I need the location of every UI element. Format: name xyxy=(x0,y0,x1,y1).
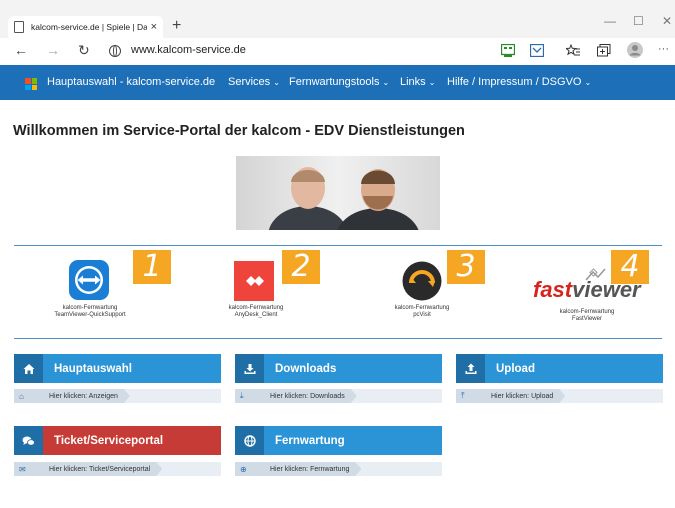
service-link-label: Hier klicken: Anzeigen xyxy=(49,392,118,400)
service-box-fernwartung[interactable]: Fernwartung xyxy=(235,426,442,455)
globe-icon xyxy=(235,426,264,455)
caption-line: FastViewer xyxy=(572,316,602,322)
refresh-button[interactable]: ↻ xyxy=(78,42,90,58)
service-link-row: ✉ Hier klicken: Ticket/Serviceportal xyxy=(14,462,221,476)
team-photo xyxy=(236,156,440,230)
tool-caption[interactable]: kalcom-Fernwartung TeamViewer-QuickSuppor… xyxy=(30,305,150,319)
chat-icon xyxy=(14,426,43,455)
service-link-row: ⤓ Hier klicken: Downloads xyxy=(235,389,442,403)
chevron-down-icon: ⌄ xyxy=(382,78,390,87)
home-icon xyxy=(14,354,43,383)
service-link[interactable]: ✉ Hier klicken: Ticket/Serviceportal xyxy=(14,462,162,476)
nav-item-label: Hilfe / Impressum / DSGVO xyxy=(447,76,582,88)
tool-number-badge: 2 xyxy=(282,250,320,284)
windows-logo-icon xyxy=(25,78,37,90)
nav-item-label: Hauptauswahl - kalcom-service.de xyxy=(47,76,216,88)
download-icon: ⤓ xyxy=(240,391,244,400)
url-input[interactable]: www.kalcom-service.de xyxy=(131,44,246,56)
nav-item-label: Links xyxy=(400,76,426,88)
nav-item-hilfe[interactable]: Hilfe / Impressum / DSGVO ⌄ xyxy=(447,76,591,88)
caption-line: kalcom-Fernwartung xyxy=(62,305,118,311)
home-icon: ⌂ xyxy=(19,391,24,401)
favorites-icon[interactable] xyxy=(566,44,580,57)
caption-line: TeamViewer-QuickSupport xyxy=(54,312,126,318)
anydesk-icon[interactable] xyxy=(234,261,274,301)
service-box-hauptauswahl[interactable]: Hauptauswahl xyxy=(14,354,221,383)
nav-item-label: Fernwartungstools xyxy=(289,76,380,88)
service-title: Ticket/Serviceportal xyxy=(54,434,164,447)
service-title: Upload xyxy=(496,362,535,375)
service-box-ticket[interactable]: Ticket/Serviceportal xyxy=(14,426,221,455)
teamviewer-icon[interactable] xyxy=(69,260,109,300)
divider xyxy=(14,338,662,339)
tool-number-badge: 4 xyxy=(611,250,649,284)
forward-button[interactable]: → xyxy=(46,42,60,58)
service-link[interactable]: ⌂ Hier klicken: Anzeigen xyxy=(14,389,130,403)
service-link[interactable]: ⤒ Hier klicken: Upload xyxy=(456,389,565,403)
window-close-button[interactable]: ✕ xyxy=(662,14,672,28)
page-title: Willkommen im Service-Portal der kalcom … xyxy=(13,123,465,139)
service-link-label: Hier klicken: Ticket/Serviceportal xyxy=(49,465,151,473)
tool-caption[interactable]: kalcom-Fernwartung FastViewer xyxy=(527,309,647,323)
caption-line: kalcom-Fernwartung xyxy=(228,305,284,311)
chevron-down-icon: ⌄ xyxy=(428,78,436,87)
divider xyxy=(14,245,662,246)
tracking-icon[interactable] xyxy=(501,44,515,57)
upload-icon xyxy=(456,354,485,383)
chat-icon: ✉ xyxy=(19,464,26,474)
caption-line: pcVisit xyxy=(413,312,431,318)
service-link-label: Hier klicken: Upload xyxy=(491,392,554,400)
read-mode-icon[interactable] xyxy=(530,44,544,57)
caption-line: kalcom-Fernwartung xyxy=(394,305,450,311)
caption-line: kalcom-Fernwartung xyxy=(559,309,615,315)
nav-item-label: Services xyxy=(228,76,271,88)
more-menu-button[interactable]: ··· xyxy=(658,43,669,55)
tool-number-badge: 1 xyxy=(133,250,171,284)
service-link[interactable]: ⤓ Hier klicken: Downloads xyxy=(235,389,357,403)
download-icon xyxy=(235,354,264,383)
service-box-upload[interactable]: Upload xyxy=(456,354,663,383)
service-link-row: ⤒ Hier klicken: Upload xyxy=(456,389,663,403)
nav-item-links[interactable]: Links ⌄ xyxy=(400,76,435,88)
chevron-down-icon: ⌄ xyxy=(273,78,280,87)
service-link-row: ⌂ Hier klicken: Anzeigen xyxy=(14,389,221,403)
site-info-icon[interactable] xyxy=(109,45,121,57)
logo-word: fast xyxy=(533,277,573,302)
nav-item-services[interactable]: Services ⌄ xyxy=(228,76,280,88)
page-icon xyxy=(14,21,24,33)
service-title: Fernwartung xyxy=(275,434,345,447)
minimize-button[interactable]: — xyxy=(604,14,616,28)
collections-icon[interactable] xyxy=(597,44,611,57)
nav-item-hauptauswahl[interactable]: Hauptauswahl - kalcom-service.de xyxy=(47,76,215,88)
tool-caption[interactable]: kalcom-Fernwartung AnyDesk_Client xyxy=(196,305,316,319)
service-link[interactable]: ⊕ Hier klicken: Fernwartung xyxy=(235,462,361,476)
chevron-down-icon: ⌄ xyxy=(584,78,592,87)
new-tab-button[interactable]: + xyxy=(172,16,181,36)
pcvisit-icon[interactable] xyxy=(402,261,442,301)
browser-tab[interactable]: kalcom-service.de | Spiele | Das S × xyxy=(8,16,163,38)
service-link-label: Hier klicken: Fernwartung xyxy=(270,465,350,473)
service-title: Downloads xyxy=(275,362,337,375)
tool-number-badge: 3 xyxy=(447,250,485,284)
tab-close-icon[interactable]: × xyxy=(151,21,157,33)
service-link-row: ⊕ Hier klicken: Fernwartung xyxy=(235,462,442,476)
service-title: Hauptauswahl xyxy=(54,362,132,375)
service-box-downloads[interactable]: Downloads xyxy=(235,354,442,383)
upload-icon: ⤒ xyxy=(461,391,465,400)
maximize-button[interactable]: ☐ xyxy=(633,14,644,28)
globe-icon: ⊕ xyxy=(240,464,247,474)
tab-title: kalcom-service.de | Spiele | Das S xyxy=(31,22,147,32)
nav-item-fernwartungstools[interactable]: Fernwartungstools ⌄ xyxy=(289,76,389,88)
back-button[interactable]: ← xyxy=(14,42,28,58)
service-link-label: Hier klicken: Downloads xyxy=(270,392,345,400)
tool-caption[interactable]: kalcom-Fernwartung pcVisit xyxy=(362,305,482,319)
profile-avatar[interactable] xyxy=(627,42,643,58)
caption-line: AnyDesk_Client xyxy=(234,312,278,318)
